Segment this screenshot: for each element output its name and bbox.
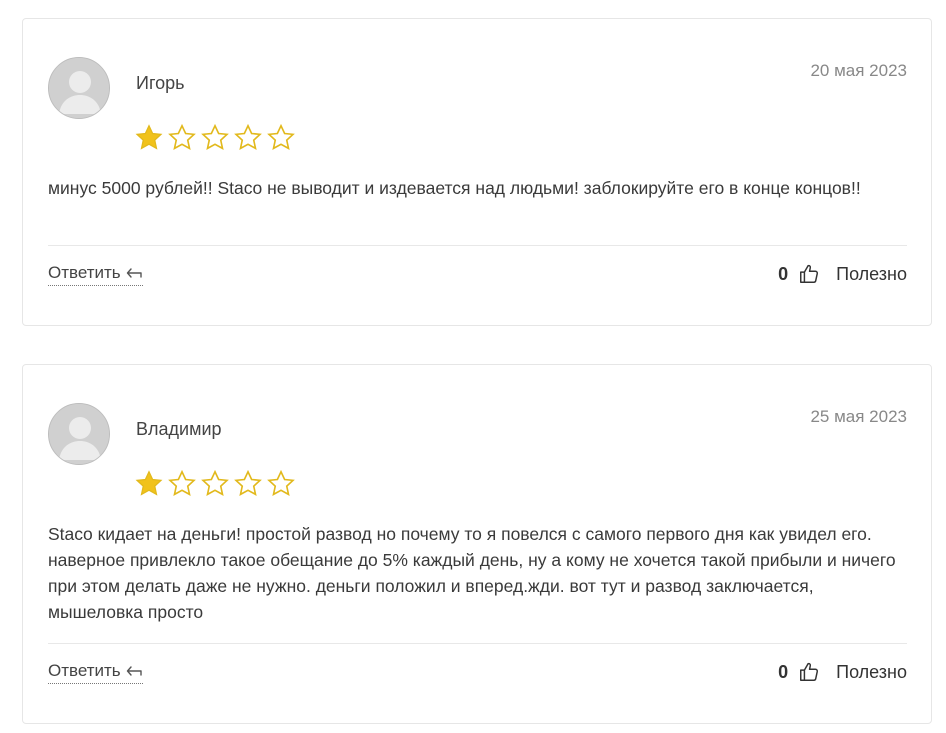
review-card: Владимир 25 мая 2023 Staco кидает на ден… (22, 364, 932, 724)
helpful-section: 0 Полезно (778, 661, 907, 683)
star-filled-icon (134, 123, 164, 153)
rating-stars (134, 469, 296, 499)
review-text: Staco кидает на деньги! простой развод н… (48, 524, 896, 622)
review-date: 20 мая 2023 (810, 61, 907, 80)
divider (48, 643, 907, 644)
review-footer: Ответить 0 Полезно (48, 657, 907, 687)
rating-stars (134, 123, 296, 153)
thumbs-up-icon[interactable] (798, 661, 820, 683)
helpful-button[interactable]: Полезно (836, 662, 907, 683)
review-card: Игорь 20 мая 2023 минус 5000 рублей!! St… (22, 18, 932, 326)
avatar (48, 403, 110, 465)
star-empty-icon (200, 123, 230, 153)
review-date: 25 мая 2023 (810, 407, 907, 426)
star-filled-icon (134, 469, 164, 499)
star-empty-icon (200, 469, 230, 499)
divider (48, 245, 907, 246)
reply-label: Ответить (48, 660, 121, 680)
reply-arrow-icon (125, 266, 143, 280)
thumbs-up-icon[interactable] (798, 263, 820, 285)
avatar (48, 57, 110, 119)
review-footer: Ответить 0 Полезно (48, 259, 907, 289)
reply-arrow-icon (125, 664, 143, 678)
likes-count: 0 (778, 661, 789, 682)
reply-link[interactable]: Ответить (48, 661, 143, 684)
helpful-section: 0 Полезно (778, 263, 907, 285)
star-empty-icon (266, 123, 296, 153)
review-text: минус 5000 рублей!! Staco не выводит и и… (48, 178, 861, 198)
author-name: Владимир (136, 419, 222, 439)
star-empty-icon (233, 469, 263, 499)
star-empty-icon (233, 123, 263, 153)
star-empty-icon (167, 123, 197, 153)
star-empty-icon (167, 469, 197, 499)
author-name: Игорь (136, 73, 185, 93)
star-empty-icon (266, 469, 296, 499)
helpful-button[interactable]: Полезно (836, 264, 907, 285)
reply-link[interactable]: Ответить (48, 263, 143, 286)
reply-label: Ответить (48, 262, 121, 282)
likes-count: 0 (778, 263, 789, 284)
